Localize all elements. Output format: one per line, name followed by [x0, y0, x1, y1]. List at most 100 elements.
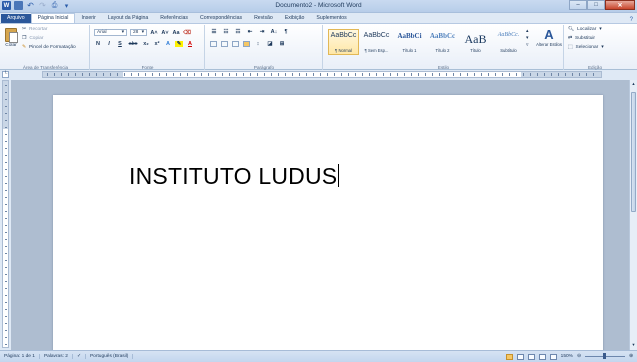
zoom-knob[interactable]	[602, 353, 606, 359]
zoom-out-icon[interactable]: ⊖	[577, 354, 581, 359]
scroll-thumb[interactable]	[631, 92, 636, 212]
ruler-tick	[5, 288, 7, 289]
align-left-icon[interactable]	[210, 41, 217, 47]
ruler-tick	[145, 73, 146, 76]
font-color-icon[interactable]: A	[186, 41, 194, 47]
numbering-icon[interactable]: ☷	[222, 29, 230, 35]
minimize-button[interactable]: –	[569, 0, 587, 10]
full-screen-icon[interactable]	[516, 353, 524, 360]
paste-button[interactable]: Colar	[5, 28, 18, 48]
tab-insert[interactable]: Inserir	[75, 14, 101, 23]
horizontal-ruler[interactable]	[42, 71, 602, 78]
ruler-tick	[5, 183, 7, 184]
replace-button[interactable]: ⇄ Substituir	[568, 36, 595, 41]
ruler-tick	[579, 73, 580, 76]
scroll-down-icon[interactable]: ▼	[630, 342, 637, 349]
language[interactable]: Português (Brasil)	[86, 354, 134, 359]
ruler-tick	[5, 225, 7, 226]
ruler-tick	[89, 73, 90, 76]
draft-icon[interactable]	[549, 353, 557, 360]
close-button[interactable]: ✕	[605, 0, 635, 10]
bold-button[interactable]: N	[94, 41, 102, 47]
clear-format-icon[interactable]: ⌫	[183, 30, 191, 36]
vertical-ruler[interactable]	[2, 80, 9, 348]
align-right-icon[interactable]	[232, 41, 239, 47]
zoom-level[interactable]: 150%	[561, 354, 573, 359]
scroll-up-icon[interactable]: ▲	[630, 81, 637, 88]
tab-page-layout[interactable]: Layout da Página	[102, 14, 154, 23]
shading-icon[interactable]: ◪	[266, 41, 274, 47]
change-case-button[interactable]: Aa	[172, 30, 180, 36]
ruler-tick	[5, 155, 7, 156]
style-no-spacing[interactable]: AaBbCc ¶ Sem Esp...	[361, 29, 392, 55]
copy-button[interactable]: ❐ Copiar	[22, 36, 43, 41]
tab-home[interactable]: Página Inicial	[30, 13, 76, 23]
page-count[interactable]: Página: 1 de 1	[0, 354, 40, 359]
web-layout-icon[interactable]	[527, 353, 535, 360]
proofing-icon[interactable]: ✓	[73, 354, 86, 359]
sort-icon[interactable]: A↓	[270, 29, 278, 35]
ruler-tick	[439, 73, 440, 76]
word-count[interactable]: Palavras: 2	[40, 354, 73, 359]
superscript-button[interactable]: x²	[153, 41, 161, 47]
print-layout-icon[interactable]	[505, 353, 513, 360]
shrink-font-button[interactable]: A˅	[161, 30, 169, 36]
strikethrough-button[interactable]: abc	[127, 41, 139, 47]
ruler-tick	[327, 73, 328, 76]
text-effects-icon[interactable]: A	[164, 41, 172, 47]
ruler-tick	[187, 73, 188, 76]
font-size-combo[interactable]: 28 ▾	[130, 29, 147, 36]
borders-icon[interactable]: ⊞	[278, 41, 286, 47]
ruler-tick	[558, 73, 559, 76]
ruler-tick	[5, 162, 7, 163]
justify-icon[interactable]	[243, 41, 250, 47]
style-heading-2[interactable]: AaBbCc Título 2	[427, 29, 458, 55]
font-name-combo[interactable]: Arial ▾	[94, 29, 127, 36]
zoom-slider[interactable]	[584, 353, 625, 359]
vertical-scrollbar[interactable]: ▲ ▼	[629, 80, 637, 350]
bullets-icon[interactable]: ☰	[210, 29, 218, 35]
select-button[interactable]: ⬚ Selecionar ▾	[568, 45, 604, 50]
document-body[interactable]: INSTITUTO LUDUS	[129, 163, 340, 190]
outline-icon[interactable]	[538, 353, 546, 360]
ruler-tick	[432, 73, 433, 76]
format-painter-button[interactable]: ✎ Pincel de Formatação	[22, 45, 76, 50]
cut-button[interactable]: ✂ Recortar	[22, 27, 47, 32]
increase-indent-icon[interactable]: ⇥	[258, 29, 266, 35]
decrease-indent-icon[interactable]: ⇤	[246, 29, 254, 35]
find-button[interactable]: 🔍︎ Localizar ▾	[568, 27, 602, 32]
multilevel-list-icon[interactable]: ☶	[234, 29, 242, 35]
document-text: INSTITUTO LUDUS	[129, 163, 338, 189]
subscript-button[interactable]: x₂	[142, 41, 150, 47]
ruler-tick	[54, 73, 55, 76]
tab-addins[interactable]: Suplementos	[310, 14, 352, 23]
ruler-tick	[5, 113, 7, 114]
ruler-tick	[138, 73, 139, 76]
show-marks-icon[interactable]: ¶	[282, 29, 290, 35]
align-center-icon[interactable]	[221, 41, 228, 47]
tab-selector[interactable]: └	[2, 71, 9, 78]
tab-review[interactable]: Revisão	[248, 14, 279, 23]
grow-font-button[interactable]: A˄	[150, 30, 158, 36]
tab-mailings[interactable]: Correspondências	[194, 14, 248, 23]
italic-button[interactable]: I	[105, 41, 113, 47]
zoom-in-icon[interactable]: ⊕	[629, 354, 633, 359]
tab-file[interactable]: Arquivo	[1, 14, 31, 23]
style-subtitle[interactable]: AaBbCc. Subtítulo	[493, 29, 524, 55]
tab-references[interactable]: Referências	[154, 14, 194, 23]
ruler-tick	[446, 73, 447, 76]
style-normal[interactable]: AaBbCc ¶ Normal	[328, 29, 359, 55]
highlight-icon[interactable]: ✎	[175, 41, 183, 47]
styles-scroll[interactable]: ▴ ▾ ▿	[526, 29, 528, 48]
ruler-tick	[488, 73, 489, 76]
style-heading-1[interactable]: AaBbCi Título 1	[394, 29, 425, 55]
change-styles-button[interactable]: A Alterar Estilos	[536, 27, 562, 47]
maximize-button[interactable]: □	[587, 0, 605, 10]
line-spacing-icon[interactable]: ↕	[254, 41, 262, 47]
tab-view[interactable]: Exibição	[279, 14, 311, 23]
underline-button[interactable]: S	[116, 41, 124, 47]
ruler-tick	[383, 73, 384, 76]
document-page[interactable]: INSTITUTO LUDUS	[53, 95, 603, 355]
style-title[interactable]: AaB Título	[460, 29, 491, 55]
ruler-tick	[523, 73, 524, 76]
